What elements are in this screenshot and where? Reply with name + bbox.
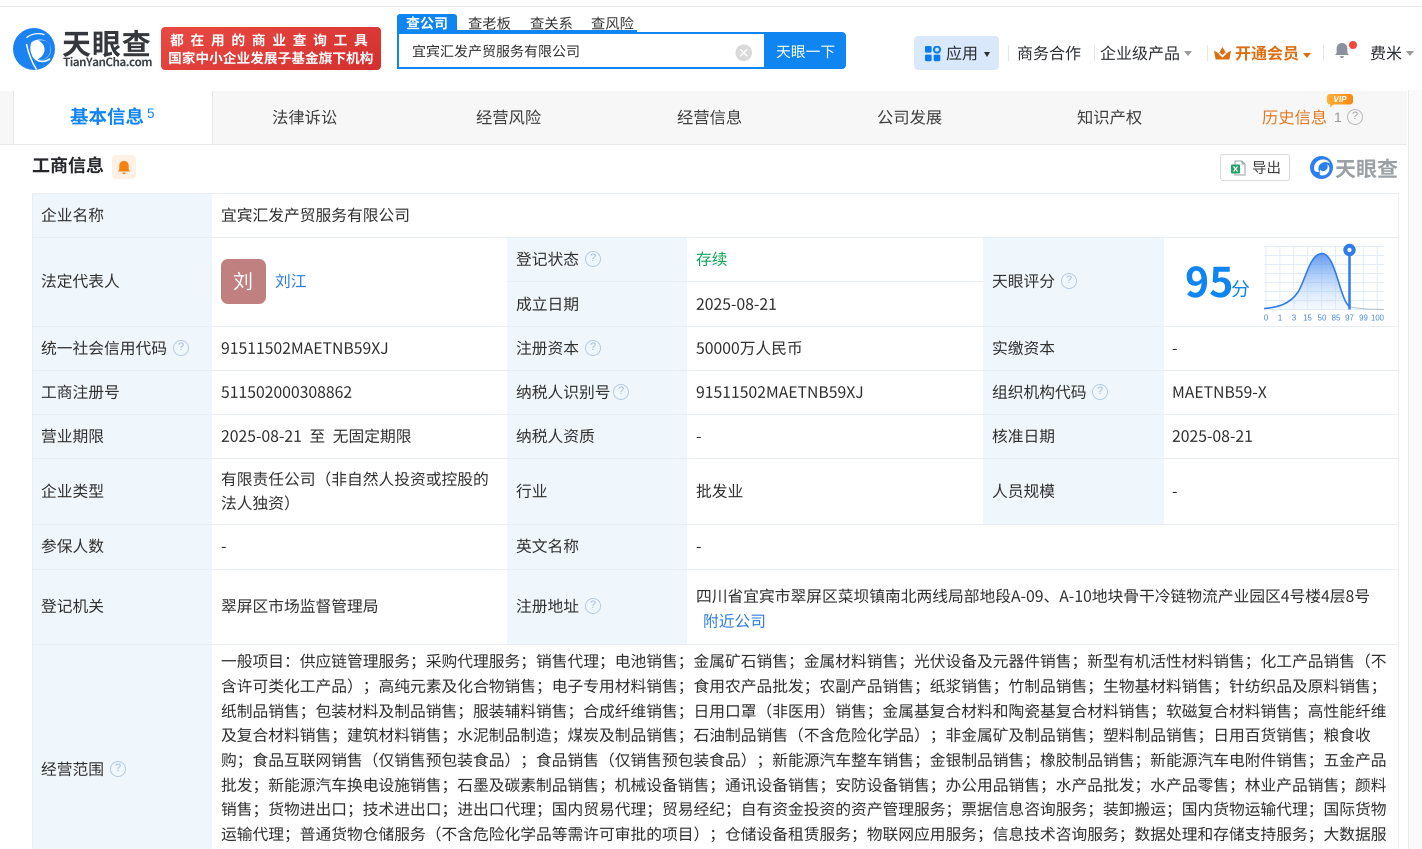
- svg-text:97: 97: [1345, 314, 1354, 323]
- svg-text:0: 0: [1264, 314, 1269, 323]
- svg-text:3: 3: [1292, 314, 1296, 323]
- svg-text:1: 1: [1278, 314, 1282, 323]
- svg-text:VIP: VIP: [1333, 95, 1347, 104]
- svg-text:100: 100: [1371, 314, 1385, 323]
- svg-text:99: 99: [1359, 314, 1368, 323]
- svg-text:50: 50: [1318, 314, 1327, 323]
- svg-text:15: 15: [1303, 314, 1312, 323]
- svg-text:85: 85: [1332, 314, 1341, 323]
